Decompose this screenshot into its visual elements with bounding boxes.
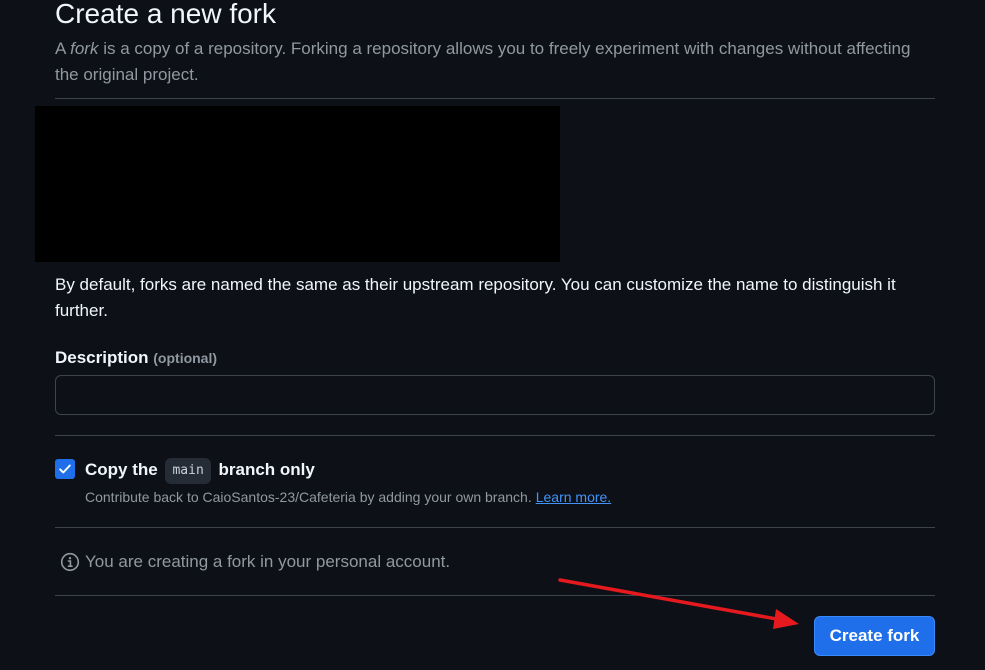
copy-branch-help: Contribute back to CaioSantos-23/Cafeter… (85, 487, 611, 507)
subtitle-rest: is a copy of a repository. Forking a rep… (55, 39, 911, 84)
footer-divider (55, 595, 935, 596)
header-divider (55, 98, 935, 99)
description-label: Description (optional) (55, 346, 217, 370)
copy-main-branch-checkbox[interactable] (55, 459, 75, 479)
copy-branch-label-suffix: branch only (218, 460, 315, 479)
copy-branch-label-prefix: Copy the (85, 460, 158, 479)
subtitle-prefix: A (55, 39, 71, 58)
info-icon (60, 552, 80, 572)
copy-branch-label[interactable]: Copy the main branch only (85, 457, 315, 484)
branch-divider (55, 527, 935, 528)
page-subtitle: A fork is a copy of a repository. Forkin… (55, 36, 915, 88)
fork-owner-notice: You are creating a fork in your personal… (60, 549, 450, 575)
branch-name-code: main (165, 458, 211, 484)
create-fork-page: Create a new fork A fork is a copy of a … (0, 0, 985, 670)
page-title: Create a new fork (55, 0, 276, 29)
description-label-text: Description (55, 348, 149, 367)
create-fork-button[interactable]: Create fork (814, 616, 935, 656)
learn-more-link[interactable]: Learn more. (536, 489, 611, 505)
description-input[interactable] (55, 375, 935, 415)
description-divider (55, 435, 935, 436)
copy-branch-help-text: Contribute back to CaioSantos-23/Cafeter… (85, 489, 532, 505)
naming-note: By default, forks are named the same as … (55, 275, 896, 320)
subtitle-emphasis: fork (70, 39, 99, 58)
fork-owner-notice-text: You are creating a fork in your personal… (85, 552, 451, 571)
description-optional-label: (optional) (153, 350, 218, 366)
checkmark-icon (59, 464, 71, 474)
redacted-block (35, 106, 560, 262)
